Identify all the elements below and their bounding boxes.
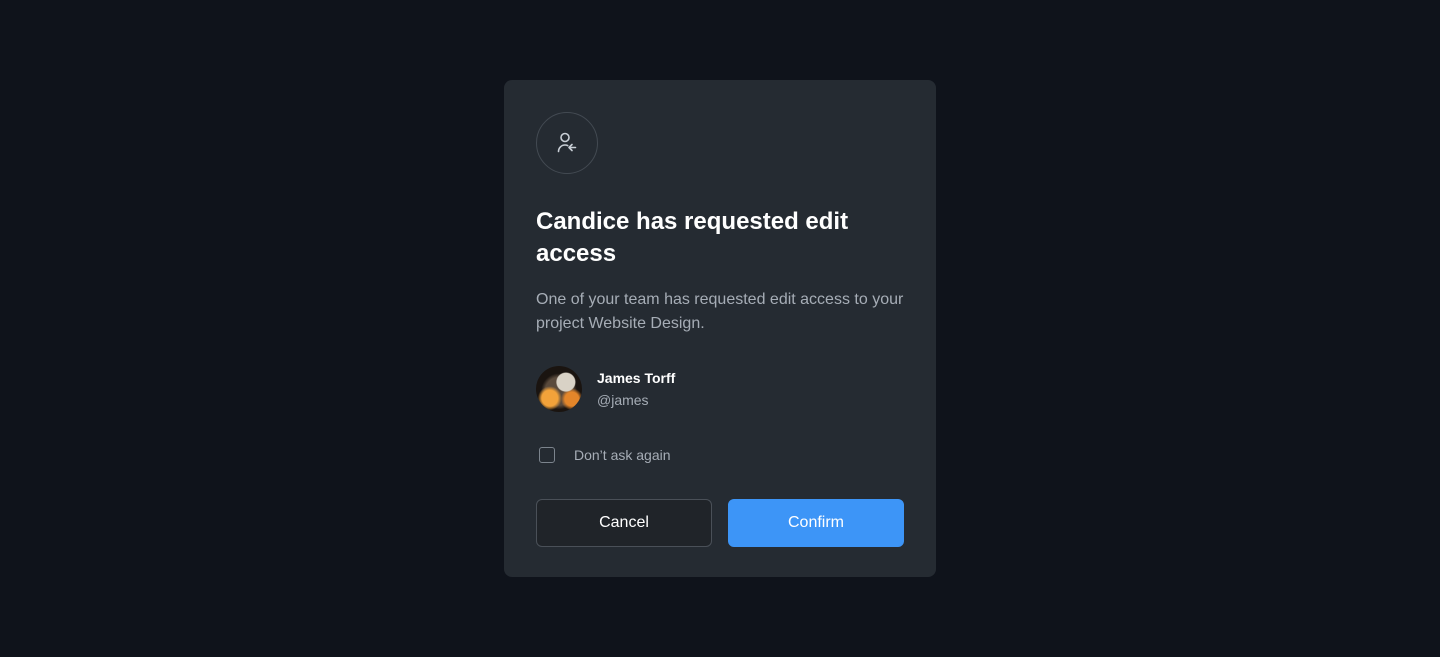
user-handle: @james	[597, 392, 649, 408]
user-request-icon	[555, 131, 579, 155]
user-info: James Torff @james	[597, 368, 675, 410]
modal-description: One of your team has requested edit acce…	[536, 291, 904, 332]
access-request-modal: Candice has requested edit access One of…	[504, 80, 936, 577]
modal-actions: Cancel Confirm	[536, 499, 904, 547]
user-name: James Torff	[597, 370, 676, 386]
icon-container	[536, 112, 598, 174]
requesting-user: James Torff @james	[536, 366, 904, 412]
cancel-button[interactable]: Cancel	[536, 499, 712, 547]
dont-ask-again-checkbox[interactable]	[539, 447, 555, 463]
avatar	[536, 366, 582, 412]
confirm-button[interactable]: Confirm	[728, 499, 904, 547]
dont-ask-again-row[interactable]: Don’t ask again	[536, 443, 904, 467]
modal-title: Candice has requested edit access	[536, 208, 849, 267]
dont-ask-again-label[interactable]: Don’t ask again	[574, 445, 671, 465]
